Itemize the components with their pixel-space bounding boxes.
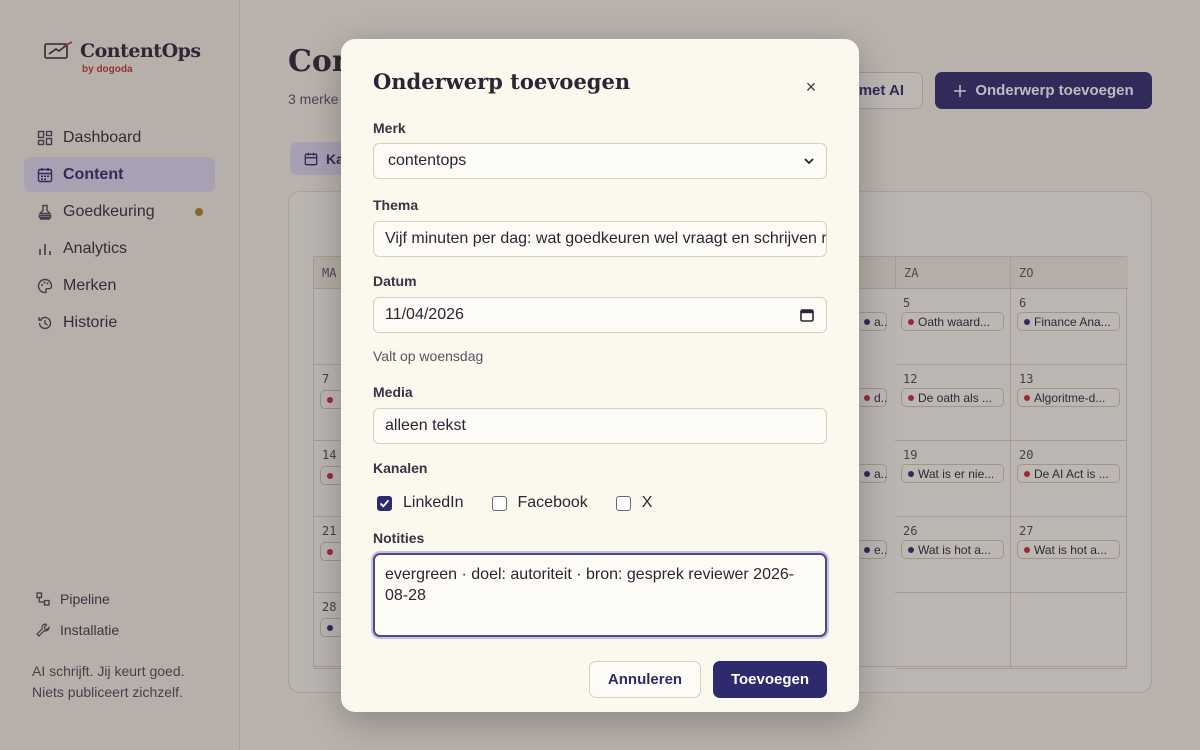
checkbox-linkedin[interactable]: LinkedIn xyxy=(377,494,464,512)
datum-input[interactable]: 11/04/2026 xyxy=(373,297,827,333)
merk-select-value: contentops xyxy=(388,152,467,169)
dialog-title: Onderwerp toevoegen xyxy=(373,69,631,94)
datum-value: 11/04/2026 xyxy=(385,306,464,323)
kanalen-checkbox-group: LinkedIn Facebook X xyxy=(377,494,680,512)
submit-button[interactable]: Toevoegen xyxy=(713,661,827,698)
checkbox-x-label: X xyxy=(641,494,653,511)
kanalen-label: Kanalen xyxy=(373,460,428,476)
checkbox-facebook-box[interactable] xyxy=(491,495,507,511)
checkbox-x-box[interactable] xyxy=(615,495,631,511)
checkbox-linkedin-box[interactable] xyxy=(377,495,392,511)
merk-label: Merk xyxy=(373,120,406,136)
chevron-down-icon xyxy=(804,158,814,165)
media-input[interactable]: alleen tekst xyxy=(373,408,827,444)
datum-helper-text: Valt op woensdag xyxy=(373,348,484,364)
thema-input[interactable]: Vijf minuten per dag: wat goedkeuren wel… xyxy=(373,221,827,257)
cancel-button[interactable]: Annuleren xyxy=(589,661,701,698)
checkbox-linkedin-label: LinkedIn xyxy=(403,494,464,511)
checkmark-icon xyxy=(379,499,390,508)
checkbox-facebook[interactable]: Facebook xyxy=(491,494,588,512)
checkbox-x[interactable]: X xyxy=(615,494,653,512)
merk-select[interactable]: contentops xyxy=(373,143,827,179)
media-label: Media xyxy=(373,384,413,400)
add-topic-dialog: Onderwerp toevoegen × Merk contentops Th… xyxy=(341,39,859,712)
thema-label: Thema xyxy=(373,197,419,213)
date-picker-icon[interactable] xyxy=(800,308,814,322)
close-icon: × xyxy=(805,76,817,97)
checkbox-facebook-label: Facebook xyxy=(517,494,588,511)
notities-label: Notities xyxy=(373,530,425,546)
close-button[interactable]: × xyxy=(801,77,821,97)
notities-textarea[interactable]: evergreen · doel: autoriteit · bron: ges… xyxy=(373,553,827,637)
datum-label: Datum xyxy=(373,273,417,289)
